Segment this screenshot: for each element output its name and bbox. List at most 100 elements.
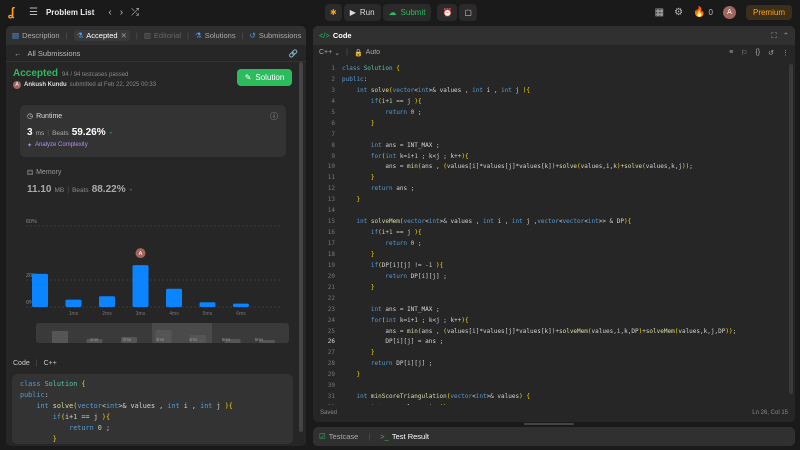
chart-bar[interactable] [233,303,249,307]
back-arrow-icon[interactable]: ← [14,49,22,58]
code-line[interactable]: } [342,348,736,359]
run-label: Run [359,8,375,17]
code-line[interactable]: return 0 ; [342,108,736,119]
settings-gear-icon[interactable]: ⚙ [674,7,683,19]
code-line[interactable]: ans = min(ans , (values[i]*values[j]*val… [342,162,736,173]
user-avatar[interactable]: A [722,6,736,19]
format-icon[interactable]: ≡ [729,49,733,57]
minimap-label: 2ms [123,337,132,342]
code-line[interactable]: } [342,250,736,261]
language-select[interactable]: C++ ⌄ [319,49,340,57]
code-line[interactable]: int solveMem(vector<int>& values , int i… [342,217,736,228]
post-solution-button[interactable]: ✎ Solution [237,69,292,86]
debug-button[interactable]: ✱ [325,4,342,21]
chart-bar[interactable] [65,299,82,307]
code-line[interactable]: if(i+1 == j ){ [342,228,736,239]
problem-list-icon[interactable]: ☰ [29,7,38,19]
runtime-header: ◷ Runtime [27,112,62,121]
tab-test-result[interactable]: >_ Test Result [380,432,429,441]
chart-range-selector[interactable]: 1ms 2ms 3ms 4ms 5ms 6ms [36,323,289,343]
line-number-gutter: 1 2 3 4 5 6 7 8 9 10 11 12 13 14 15 16 17 18 19 20 21 22 23 24 2… [313,64,335,405]
memory-card[interactable]: ⚃ Memory 11.10 MB | Beats 88.22% ◔ [20,166,286,200]
runtime-beats: 59.26% [71,127,106,138]
chart-bar[interactable] [132,265,149,307]
code-line[interactable]: } [342,283,736,294]
panel-resize-handle[interactable] [524,423,574,425]
tab-solutions[interactable]: ⚗ Solutions [195,31,236,40]
code-line[interactable]: return 0 ; [342,239,736,250]
code-line[interactable]: if(i+1 == j ){ [342,97,736,108]
code-line[interactable]: int solve(vector<int>& values , int i , … [342,86,736,97]
tab-accepted[interactable]: ⚗ Accepted ✕ [73,30,130,41]
auto-mode-toggle[interactable]: 🔒 Auto [354,49,380,57]
code-line[interactable] [342,130,736,141]
code-line[interactable]: ans = min(ans , (values[i]*values[j]*val… [342,327,736,338]
tab-description[interactable]: ▤ Description [12,31,60,40]
left-panel-scrollbar[interactable] [299,62,303,432]
code-line[interactable]: for(int k=i+1 ; k<j ; k++){ [342,152,736,163]
code-line[interactable]: int ans = INT_MAX ; [342,305,736,316]
chart-bar[interactable] [32,273,48,307]
editor-scrollbar[interactable] [789,64,793,394]
run-button[interactable]: ▶ Run [343,4,381,21]
code-tab[interactable]: </> Code [319,31,352,40]
author-avatar[interactable]: A [13,81,21,89]
timer-button[interactable]: ⏰ [437,4,458,21]
code-line[interactable]: DP[i][j] = ans ; [342,337,736,348]
analyze-complexity-link[interactable]: ✦ Analyze Complexity [27,142,88,149]
code-line[interactable]: class Solution { [342,64,736,75]
maximize-icon[interactable]: ⛶ [771,31,776,41]
tab-divider: | [187,31,189,40]
code-line[interactable]: for(int k=i+1 ; k<j ; k++){ [342,316,736,327]
runtime-card[interactable]: ◷ Runtime ⓘ 3 ms | Beats 59.26% ◔ ✦ Analyz… [20,105,286,157]
author-name[interactable]: Ankush Kundu [24,82,67,88]
info-icon[interactable]: ⓘ [270,111,278,122]
code-line[interactable] [342,294,736,305]
braces-icon[interactable]: {} [755,49,760,57]
code-line[interactable]: } [342,119,736,130]
close-tab-icon[interactable]: ✕ [121,31,127,40]
streak-fire-icon[interactable]: 🔥 0 [693,7,713,19]
minimap-label: 3ms [156,337,165,342]
code-line[interactable]: int minScoreTriangulation(vector<int>& v… [342,392,736,403]
shuffle-icon[interactable]: ⤮ [131,7,139,19]
code-line[interactable]: return DP[i][j] ; [342,359,736,370]
code-line[interactable]: } [342,370,736,381]
tab-submissions[interactable]: ↺ Submissions [250,31,302,40]
premium-button[interactable]: Premium [745,5,792,20]
prev-problem-icon[interactable]: ‹ [108,7,111,19]
bookmark-icon[interactable]: ⚐ [741,49,747,57]
more-icon[interactable]: ⋮ [782,49,789,57]
collapse-icon[interactable]: ⌃ [783,31,789,41]
line-number: 7 [331,130,335,138]
notes-button[interactable]: ▢ [459,4,477,21]
chart-bar[interactable] [199,302,216,307]
reset-icon[interactable]: ↺ [768,49,774,57]
link-icon[interactable]: 🔗 [289,49,298,58]
next-problem-icon[interactable]: › [120,7,123,19]
memory-values: 11.10 MB | Beats 88.22% ◔ [27,184,132,195]
divider: | [47,130,50,137]
submit-button[interactable]: ☁ Submit [382,4,432,21]
code-line[interactable]: if(DP[i][j] != -1 ){ [342,261,736,272]
code-line[interactable] [342,381,736,392]
layout-grid-icon[interactable]: ▦ [655,7,664,19]
code-line[interactable]: public: [342,75,736,86]
leetcode-logo-icon[interactable]: ʆ [8,6,21,19]
bug-icon: ✱ [330,8,337,17]
save-status: Saved [320,409,338,416]
code-line[interactable]: int ans = INT_MAX ; [342,141,736,152]
code-line[interactable]: return ans ; [342,184,736,195]
tab-editorial[interactable]: ▥ Editorial [144,31,181,40]
code-line[interactable]: } [342,173,736,184]
problem-list-link[interactable]: Problem List [46,8,94,17]
code-line[interactable] [342,206,736,217]
code-line[interactable]: } [342,195,736,206]
code-editor[interactable]: 1 2 3 4 5 6 7 8 9 10 11 12 13 14 15 16 17 18 19 20 21 22 23 24 2… [313,63,787,405]
code-section-header: Code | C++ [13,360,57,367]
all-submissions-link[interactable]: All Submissions [28,49,81,58]
code-line[interactable]: return DP[i][j] ; [342,272,736,283]
chart-bar[interactable] [99,296,115,307]
chart-bar[interactable] [166,288,182,307]
tab-testcase[interactable]: ☑ Testcase [319,432,358,441]
